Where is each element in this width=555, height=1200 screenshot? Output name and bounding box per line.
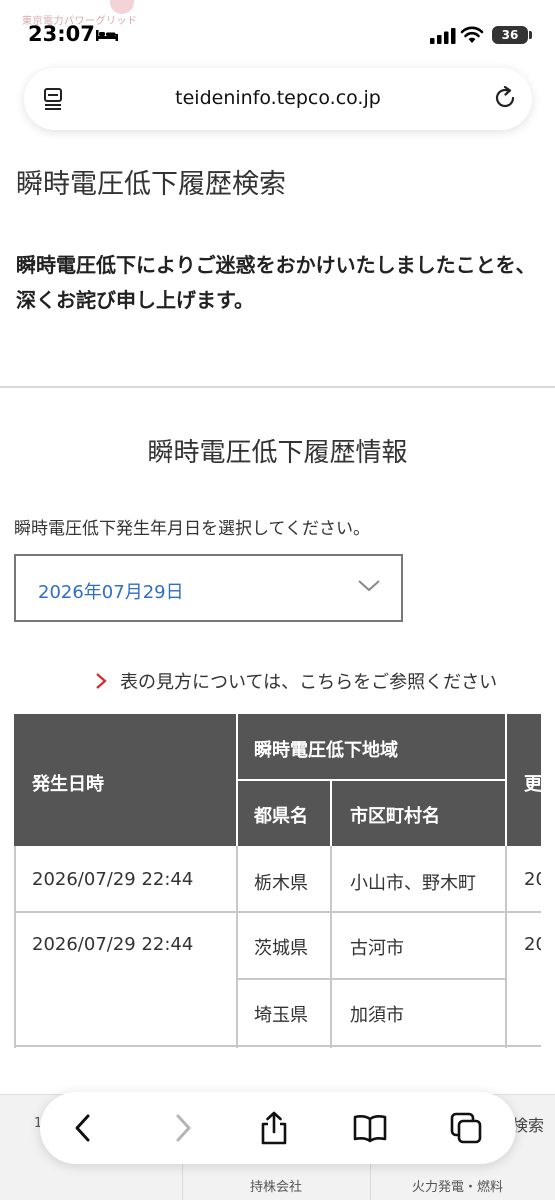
table-border [505, 846, 507, 1048]
address-bar[interactable]: teideninfo.tepco.co.jp [24, 68, 532, 130]
table-border [330, 846, 332, 1048]
header-datetime: 発生日時 [32, 770, 104, 796]
cell-truncated: 20 [524, 869, 541, 890]
cell-datetime: 2026/07/29 22:44 [32, 934, 194, 955]
cell-datetime: 2026/07/29 22:44 [32, 869, 194, 890]
header-prefecture: 都県名 [254, 802, 308, 828]
footer-link-holding[interactable]: 持株会社 [250, 1176, 302, 1195]
table-border [14, 846, 16, 1048]
cellular-signal-icon [430, 28, 456, 44]
sleep-focus-icon [96, 30, 118, 41]
wifi-icon [460, 26, 484, 43]
header-divider [505, 714, 507, 846]
header-truncated: 更 [524, 770, 541, 796]
tabs-icon[interactable] [448, 1110, 484, 1146]
battery-nub [529, 31, 532, 39]
bookmarks-icon[interactable] [352, 1110, 388, 1146]
cell-city: 加須市 [350, 1005, 404, 1026]
cell-city: 古河市 [350, 938, 404, 959]
table-border [14, 1045, 541, 1047]
footer-partial-search[interactable]: 検索 [512, 1112, 544, 1136]
battery-indicator: 36 [492, 26, 528, 44]
table-border [14, 911, 541, 913]
browser-toolbar [40, 1092, 516, 1164]
back-icon[interactable] [66, 1110, 102, 1146]
table-row: 茨城県 [254, 934, 308, 960]
chevron-down-icon[interactable] [357, 578, 381, 594]
chevron-right-icon [96, 673, 107, 689]
table-row: 20 [524, 934, 541, 955]
cell-city: 小山市、野木町 [350, 873, 476, 894]
header-truncated-text: 更 [524, 774, 541, 795]
reload-icon[interactable] [492, 85, 518, 111]
header-datetime-text: 発生日時 [32, 774, 104, 795]
date-select-value[interactable]: 2026年07月29日 [38, 578, 184, 604]
table-row: 古河市 [350, 934, 404, 960]
url-text[interactable]: teideninfo.tepco.co.jp [24, 87, 532, 109]
header-divider [330, 780, 332, 846]
table-row: 加須市 [350, 1001, 404, 1027]
apology-message: 瞬時電圧低下によりご迷惑をおかけいたしましたことを、深くお詫び申し上げます。 [16, 253, 536, 312]
howto-link[interactable]: 表の見方については、こちらをご参照ください [94, 668, 555, 696]
table-row: 2026/07/29 22:44 [32, 869, 194, 890]
header-city: 市区町村名 [350, 802, 440, 828]
header-area-group: 瞬時電圧低下地域 [254, 736, 398, 762]
share-icon[interactable] [256, 1110, 292, 1146]
cell-prefecture: 茨城県 [254, 938, 308, 959]
page-title: 瞬時電圧低下履歴検索 [16, 169, 286, 200]
header-divider [236, 779, 505, 781]
cell-truncated: 20 [524, 934, 541, 955]
forward-icon[interactable] [164, 1110, 200, 1146]
table-border [236, 978, 505, 980]
table-row: 埼玉県 [254, 1001, 308, 1027]
table-row: 20 [524, 869, 541, 890]
table-row: 小山市、野木町 [350, 869, 476, 895]
cell-prefecture: 埼玉県 [254, 1005, 308, 1026]
table-row: 栃木県 [254, 869, 308, 895]
table-row: 2026/07/29 22:44 [32, 934, 194, 955]
cell-prefecture: 栃木県 [254, 873, 308, 894]
history-table: 発生日時 瞬時電圧低下地域 都県名 市区町村名 更 2026/07/29 22:… [14, 714, 541, 1048]
table-border [236, 846, 238, 1048]
howto-link-text[interactable]: 表の見方については、こちらをご参照ください [120, 672, 497, 693]
section-title: 瞬時電圧低下履歴情報 [147, 438, 408, 468]
date-select[interactable]: 2026年07月29日 [14, 554, 403, 622]
header-area-group-text: 瞬時電圧低下地域 [254, 740, 398, 761]
section-divider [0, 386, 555, 388]
status-bar: 東京電力パワーグリッド 23:07 36 [0, 0, 555, 60]
header-prefecture-text: 都県名 [254, 806, 308, 827]
footer-link-fuel[interactable]: 火力発電・燃料 [412, 1176, 503, 1195]
date-select-label: 瞬時電圧低下発生年月日を選択してください。 [14, 519, 370, 539]
status-time: 23:07 [28, 22, 95, 46]
header-city-text: 市区町村名 [350, 806, 440, 827]
